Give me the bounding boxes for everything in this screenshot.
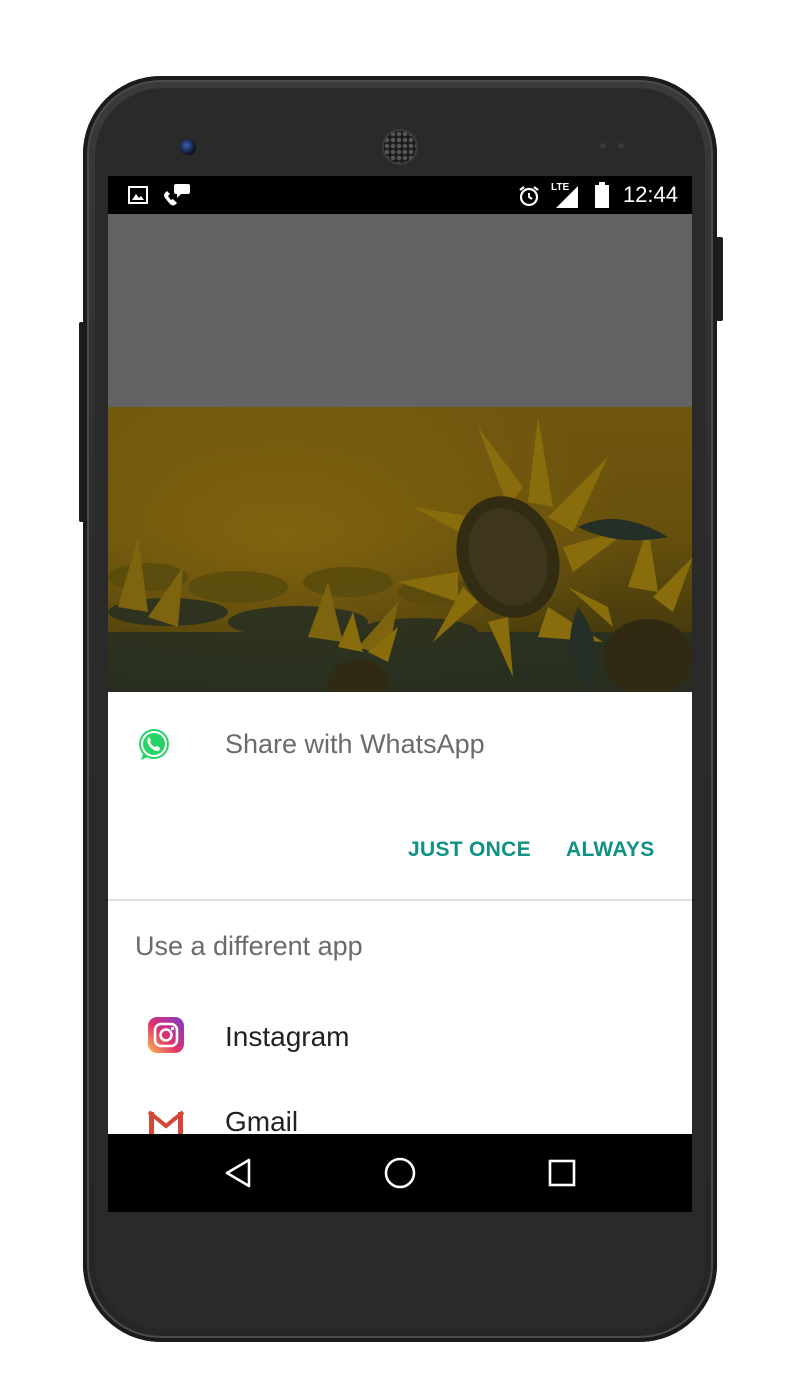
recents-icon[interactable] xyxy=(545,1156,579,1190)
use-different-app-heading: Use a different app xyxy=(135,931,363,961)
instagram-icon xyxy=(148,1017,184,1053)
home-icon[interactable] xyxy=(383,1156,417,1190)
dimmed-app-content[interactable] xyxy=(108,214,692,407)
status-bar: LTE 12:44 xyxy=(108,176,692,214)
share-bottom-sheet: Share with WhatsApp JUST ONCE ALWAYS Use… xyxy=(108,692,692,1134)
alarm-icon xyxy=(519,186,539,207)
image-icon xyxy=(128,186,148,204)
clock: 12:44 xyxy=(622,182,678,207)
whatsapp-icon xyxy=(139,729,169,760)
signal-icon xyxy=(556,186,578,208)
share-title: Share with WhatsApp xyxy=(225,729,485,759)
gmail-icon xyxy=(147,1110,185,1134)
navigation-bar xyxy=(108,1134,692,1212)
missed-call-icon xyxy=(164,184,190,206)
sunflower-photo xyxy=(108,407,692,692)
always-button[interactable]: ALWAYS xyxy=(566,838,655,862)
front-camera xyxy=(180,139,196,155)
battery-icon xyxy=(595,182,609,208)
app-label: Instagram xyxy=(225,1021,350,1052)
share-with-whatsapp-row: Share with WhatsApp xyxy=(108,692,692,802)
back-icon[interactable] xyxy=(222,1156,256,1190)
app-item-instagram[interactable]: Instagram xyxy=(108,1016,692,1106)
light-sensor xyxy=(618,143,624,149)
divider xyxy=(108,899,692,901)
app-label: Gmail xyxy=(225,1106,299,1134)
proximity-sensor xyxy=(600,143,606,149)
screen: LTE 12:44 Share with WhatsApp JUST ONCE … xyxy=(108,176,692,1212)
earpiece-speaker xyxy=(384,131,416,163)
app-item-gmail[interactable]: Gmail xyxy=(108,1106,692,1134)
just-once-button[interactable]: JUST ONCE xyxy=(408,838,531,862)
